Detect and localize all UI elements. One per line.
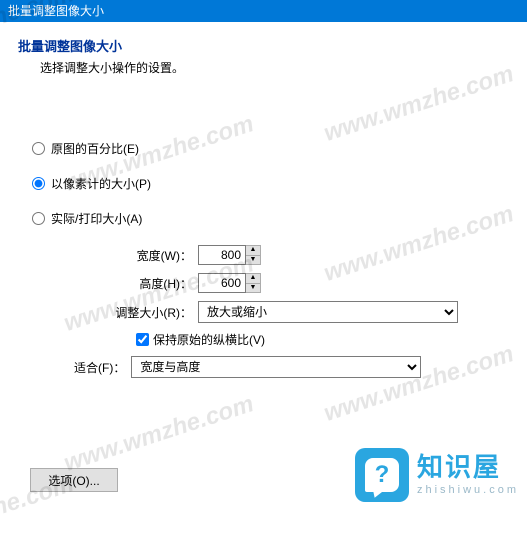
keep-ratio-label: 保持原始的纵横比(V): [153, 331, 265, 348]
width-row: 宽度(W)： ▲ ▼: [18, 245, 509, 265]
height-label: 高度(H)：: [18, 275, 198, 292]
window-title: 批量调整图像大小: [8, 4, 104, 18]
resize-row: 调整大小(R)： 放大或缩小: [18, 301, 509, 323]
radio-percent-input[interactable]: [32, 142, 45, 155]
height-row: 高度(H)： ▲ ▼: [18, 273, 509, 293]
page-title: 批量调整图像大小: [18, 36, 509, 55]
height-spinner[interactable]: ▲ ▼: [198, 273, 261, 293]
width-spin-buttons: ▲ ▼: [246, 245, 261, 265]
radio-pixels-input[interactable]: [32, 177, 45, 190]
zhishiwu-logo: ? 知识屋 zhishiwu.com: [355, 448, 519, 502]
keep-ratio-checkbox[interactable]: 保持原始的纵横比(V): [136, 331, 509, 348]
resize-select[interactable]: 放大或缩小: [198, 301, 458, 323]
radio-print-label: 实际/打印大小(A): [51, 210, 142, 227]
logo-question-icon: ?: [365, 458, 399, 492]
width-spin-up-icon[interactable]: ▲: [246, 246, 260, 256]
height-spin-buttons: ▲ ▼: [246, 273, 261, 293]
width-label: 宽度(W)：: [18, 247, 198, 264]
fit-label: 适合(F)：: [74, 359, 131, 376]
page-subtitle: 选择调整大小操作的设置。: [40, 59, 509, 76]
fit-select[interactable]: 宽度与高度: [131, 356, 421, 378]
radio-percent[interactable]: 原图的百分比(E): [32, 140, 509, 157]
watermark-text: www.wmzhe.com: [61, 390, 258, 478]
fit-row: 适合(F)： 宽度与高度: [74, 356, 509, 378]
width-spinner[interactable]: ▲ ▼: [198, 245, 261, 265]
radio-print-input[interactable]: [32, 212, 45, 225]
size-mode-radio-group: 原图的百分比(E) 以像素计的大小(P) 实际/打印大小(A): [32, 140, 509, 227]
height-spin-up-icon[interactable]: ▲: [246, 274, 260, 284]
window-titlebar: 批量调整图像大小: [0, 0, 527, 22]
options-button[interactable]: 选项(O)...: [30, 468, 118, 492]
height-spin-down-icon[interactable]: ▼: [246, 284, 260, 293]
content-area: 批量调整图像大小 选择调整大小操作的设置。 原图的百分比(E) 以像素计的大小(…: [0, 22, 527, 388]
radio-percent-label: 原图的百分比(E): [51, 140, 139, 157]
logo-en: zhishiwu.com: [417, 484, 519, 496]
logo-text: 知识屋 zhishiwu.com: [417, 454, 519, 496]
resize-label: 调整大小(R)：: [18, 304, 198, 321]
width-input[interactable]: [198, 245, 246, 265]
form-rows: 宽度(W)： ▲ ▼ 高度(H)： ▲ ▼ 调整大小(R)：: [18, 245, 509, 378]
logo-badge-icon: ?: [355, 448, 409, 502]
width-spin-down-icon[interactable]: ▼: [246, 256, 260, 265]
radio-pixels[interactable]: 以像素计的大小(P): [32, 175, 509, 192]
keep-ratio-input[interactable]: [136, 333, 149, 346]
radio-pixels-label: 以像素计的大小(P): [51, 175, 151, 192]
radio-print[interactable]: 实际/打印大小(A): [32, 210, 509, 227]
logo-cn: 知识屋: [417, 454, 519, 480]
height-input[interactable]: [198, 273, 246, 293]
